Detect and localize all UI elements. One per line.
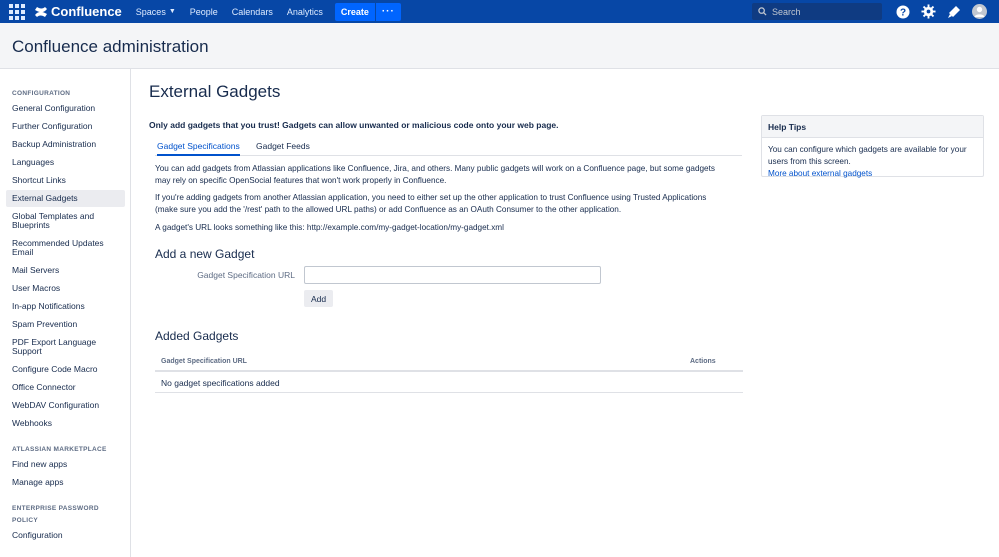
search-placeholder: Search	[772, 6, 801, 17]
search-input[interactable]: Search	[752, 3, 882, 20]
trust-warning: Only add gadgets that you trust! Gadgets…	[149, 120, 559, 130]
notifications-megaphone-icon[interactable]	[946, 4, 961, 19]
nav-spaces[interactable]: Spaces ▼	[136, 7, 176, 17]
top-navigation: Confluence Spaces ▼ People Calendars Ana…	[0, 0, 999, 23]
url-example-paragraph: A gadget's URL looks something like this…	[155, 223, 504, 232]
help-icon[interactable]: ?	[895, 4, 910, 19]
trust-paragraph: If you're adding gadgets from another At…	[155, 193, 707, 214]
sidebar-item-manage-apps[interactable]: Manage apps	[6, 478, 125, 488]
column-header-url: Gadget Specification URL	[161, 358, 247, 365]
sidebar-item-global-templates[interactable]: Global Templates and Blueprints	[6, 211, 125, 231]
add-gadget-button[interactable]: Add	[304, 290, 333, 307]
search-icon	[758, 7, 767, 16]
sidebar-heading-configuration: CONFIGURATION	[12, 90, 71, 97]
help-tips-body: You can configure which gadgets are avai…	[762, 138, 983, 185]
more-options-button[interactable]: ···	[374, 2, 401, 21]
gadget-url-input[interactable]	[304, 266, 601, 284]
tab-bar: Gadget Specifications Gadget Feeds	[155, 139, 742, 156]
sidebar-item-spam-prevention[interactable]: Spam Prevention	[6, 320, 125, 330]
table-header: Gadget Specification URL Actions	[155, 352, 743, 372]
page-title: External Gadgets	[149, 82, 281, 101]
confluence-logo[interactable]: Confluence	[34, 4, 122, 19]
sidebar-item-pdf-export-language-support[interactable]: PDF Export Language Support	[6, 337, 125, 357]
sidebar-item-webdav-configuration[interactable]: WebDAV Configuration	[6, 401, 125, 411]
help-tips-panel: Help Tips You can configure which gadget…	[761, 115, 984, 178]
svg-text:?: ?	[899, 7, 905, 18]
column-header-actions: Actions	[690, 358, 716, 365]
sidebar-item-further-configuration[interactable]: Further Configuration	[6, 122, 125, 132]
help-tips-text: You can configure which gadgets are avai…	[768, 145, 967, 166]
gadgets-table: Gadget Specification URL Actions No gadg…	[155, 352, 743, 393]
main-content: External Gadgets Only add gadgets that y…	[132, 69, 999, 557]
admin-title: Confluence administration	[12, 37, 209, 56]
gadget-url-label: Gadget Specification URL	[197, 270, 295, 280]
sidebar-heading-marketplace: ATLASSIAN MARKETPLACE	[12, 446, 107, 453]
nav-people[interactable]: People	[190, 7, 218, 17]
logo-text: Confluence	[51, 4, 122, 19]
admin-sidebar: CONFIGURATION General Configuration Furt…	[0, 69, 131, 557]
sidebar-item-backup-administration[interactable]: Backup Administration	[6, 140, 125, 150]
sidebar-heading-password-policy: ENTERPRISE PASSWORD POLICY	[12, 505, 99, 524]
tab-gadget-specifications[interactable]: Gadget Specifications	[157, 141, 240, 156]
nav-calendars[interactable]: Calendars	[232, 7, 273, 17]
nav-analytics[interactable]: Analytics	[287, 7, 323, 17]
added-gadgets-heading: Added Gadgets	[155, 329, 239, 343]
user-avatar[interactable]	[972, 4, 987, 19]
sidebar-item-external-gadgets[interactable]: External Gadgets	[6, 190, 125, 207]
help-tips-title: Help Tips	[762, 116, 983, 138]
sidebar-item-configure-code-macro[interactable]: Configure Code Macro	[6, 365, 125, 375]
tab-gadget-feeds[interactable]: Gadget Feeds	[256, 141, 310, 156]
app-switcher-icon[interactable]	[8, 3, 26, 21]
create-button[interactable]: Create	[334, 2, 375, 21]
sidebar-item-languages[interactable]: Languages	[6, 158, 125, 168]
chevron-down-icon: ▼	[168, 8, 176, 15]
confluence-logo-icon	[35, 6, 47, 17]
sidebar-item-recommended-updates-email[interactable]: Recommended Updates Email	[6, 238, 125, 258]
nav-spaces-label: Spaces	[135, 6, 166, 17]
sidebar-item-shortcut-links[interactable]: Shortcut Links	[6, 176, 125, 186]
intro-paragraph: You can add gadgets from Atlassian appli…	[155, 164, 715, 185]
settings-gear-icon[interactable]	[921, 4, 936, 19]
empty-table-message: No gadget specifications added	[161, 378, 280, 388]
sidebar-item-webhooks[interactable]: Webhooks	[6, 419, 125, 429]
admin-header: Confluence administration	[0, 23, 999, 69]
sidebar-item-general-configuration[interactable]: General Configuration	[6, 104, 125, 114]
help-tips-link[interactable]: More about external gadgets	[768, 168, 977, 180]
add-gadget-heading: Add a new Gadget	[155, 247, 255, 261]
sidebar-item-find-new-apps[interactable]: Find new apps	[6, 460, 125, 470]
sidebar-item-office-connector[interactable]: Office Connector	[6, 383, 125, 393]
sidebar-item-in-app-notifications[interactable]: In-app Notifications	[6, 302, 125, 312]
sidebar-item-user-macros[interactable]: User Macros	[6, 284, 125, 294]
table-row: No gadget specifications added	[155, 372, 743, 393]
sidebar-item-password-configuration[interactable]: Configuration	[6, 531, 125, 541]
sidebar-item-mail-servers[interactable]: Mail Servers	[6, 266, 125, 276]
